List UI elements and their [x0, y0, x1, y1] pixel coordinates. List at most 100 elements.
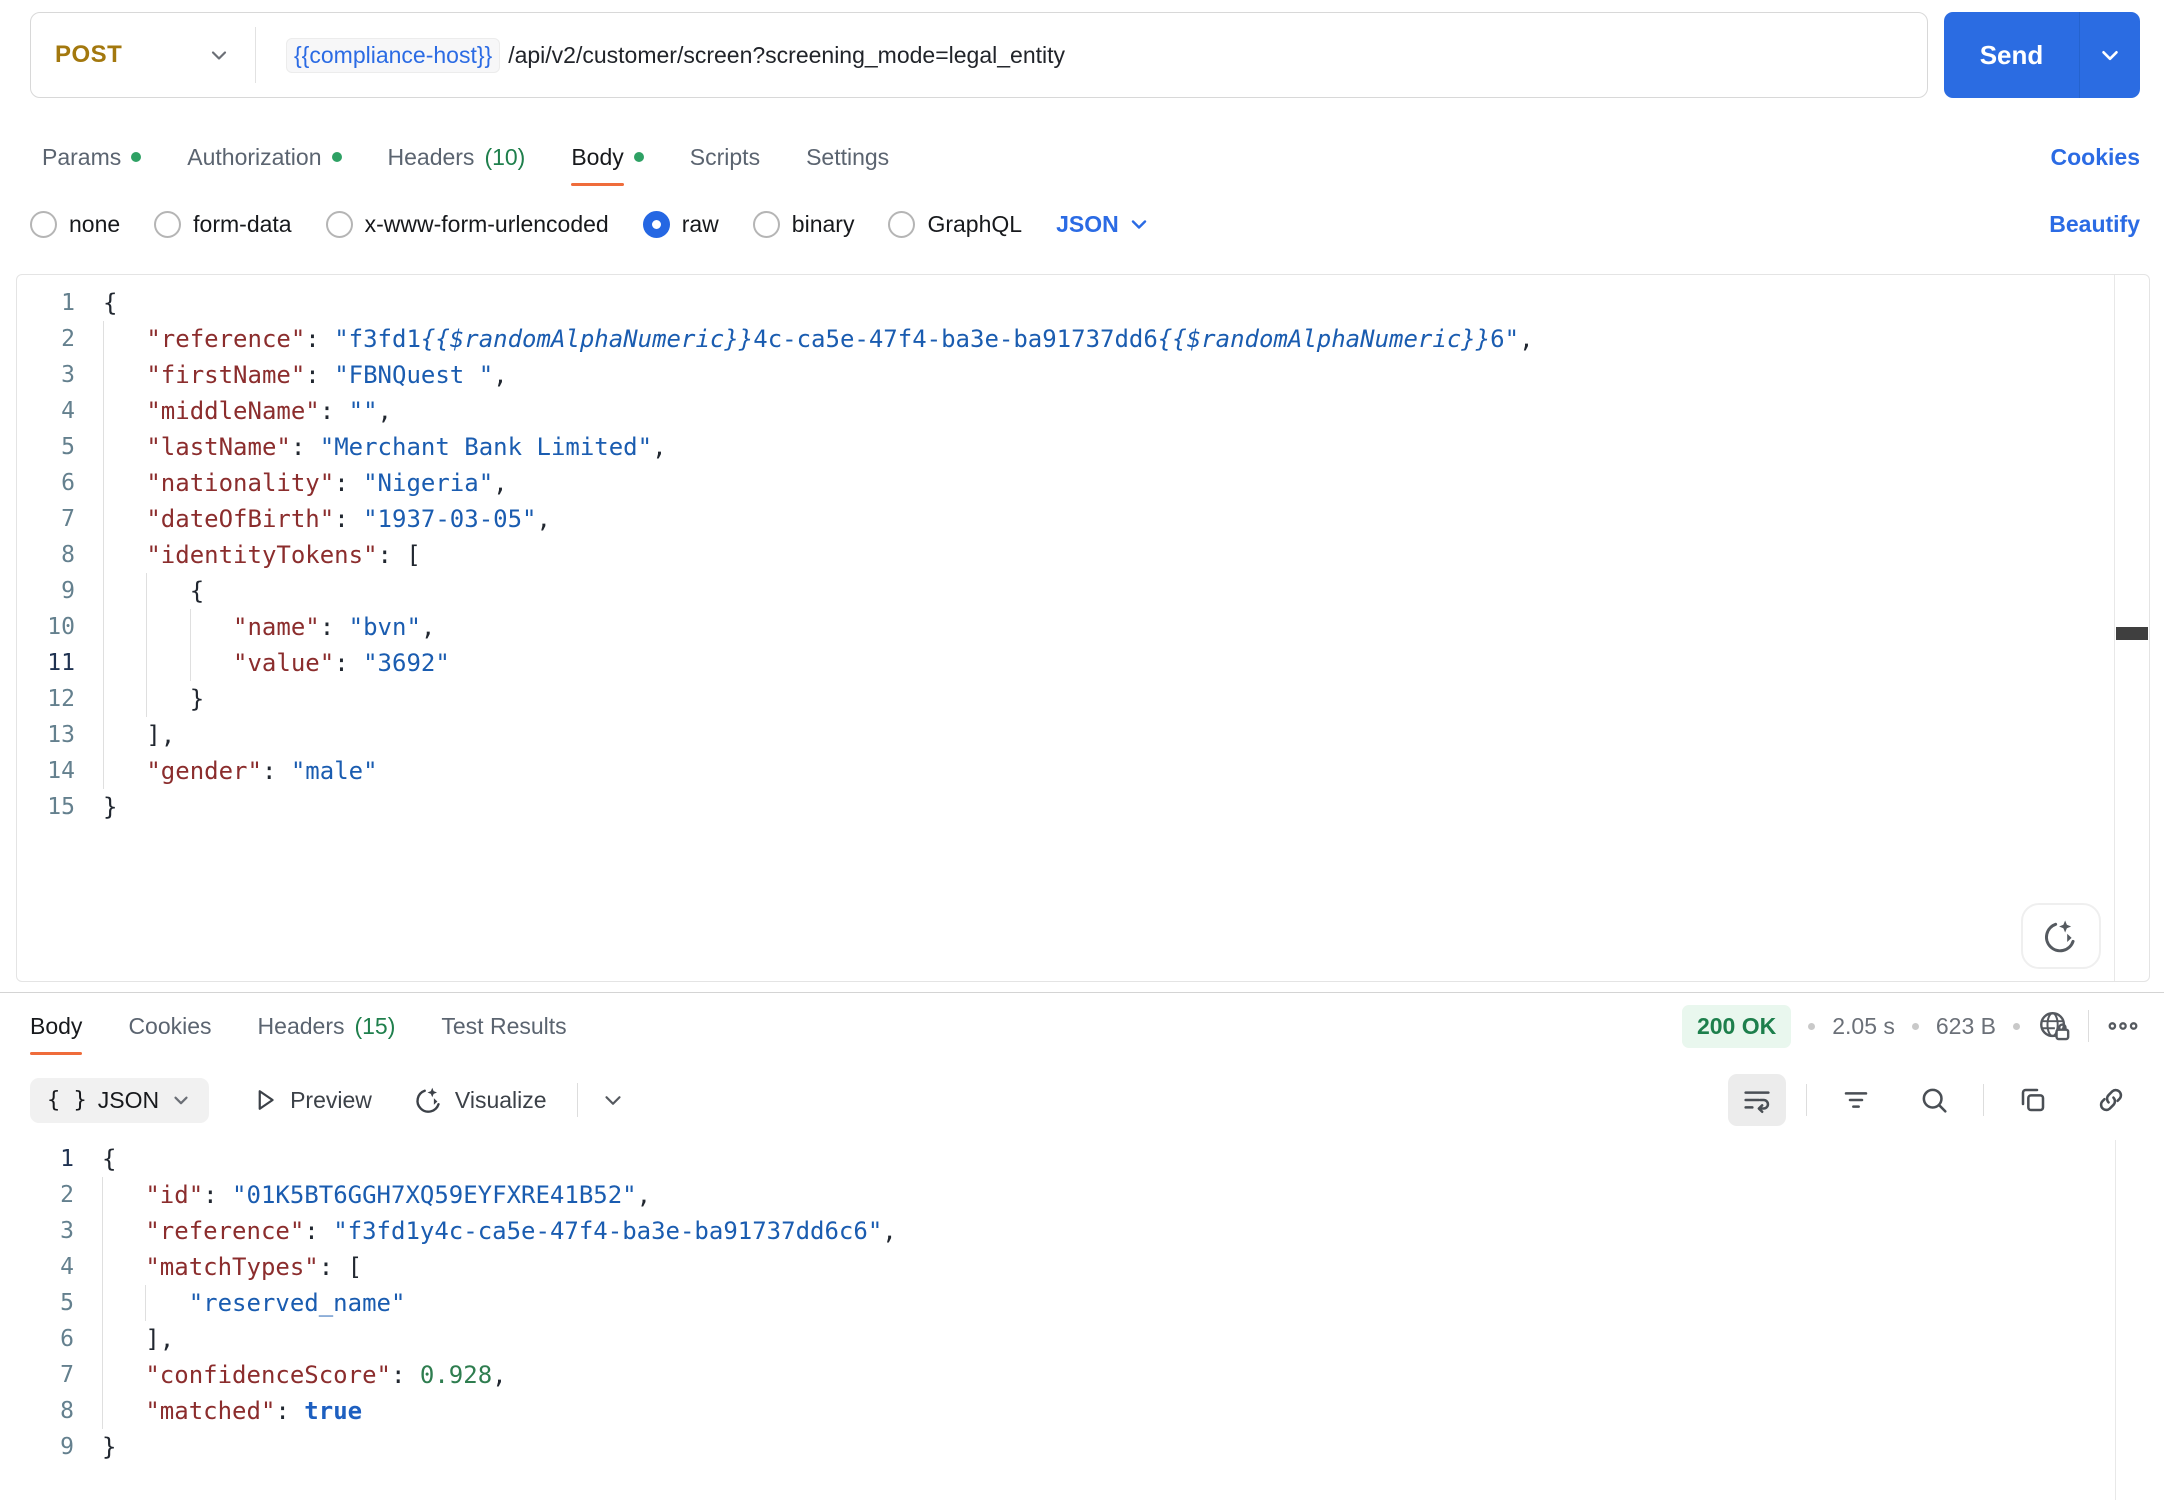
line-number: 14: [47, 758, 75, 784]
bodytype-urlencoded-radio[interactable]: x-www-form-urlencoded: [325, 210, 609, 238]
visualize-options-chevron-icon[interactable]: [600, 1087, 626, 1113]
status-badge[interactable]: 200 OK: [1681, 1004, 1792, 1048]
line-number: 7: [61, 506, 75, 532]
code-line: 4 "matchTypes": [: [16, 1249, 2164, 1285]
response-tab-test-results[interactable]: Test Results: [441, 1013, 566, 1040]
line-number: 3: [61, 362, 75, 388]
copy-icon[interactable]: [2004, 1074, 2062, 1126]
url-input[interactable]: {{compliance-host}} /api/v2/customer/scr…: [256, 13, 1927, 97]
code-line: 6 "nationality": "Nigeria",: [17, 465, 2149, 501]
indent-guide: [102, 1393, 145, 1429]
send-button[interactable]: Send: [1944, 12, 2140, 98]
request-body-editor[interactable]: 1{2 "reference": "f3fd1 {{$randomAlphaNume…: [16, 274, 2150, 982]
indent-guide: [102, 1321, 145, 1357]
code-line: 3 "reference": "f3fd1y4c-ca5e-47f4-ba3e-b…: [16, 1213, 2164, 1249]
radio-icon[interactable]: [888, 210, 916, 238]
radio-icon[interactable]: [752, 210, 780, 238]
env-variable-chip[interactable]: {{compliance-host}}: [286, 37, 501, 73]
response-tab-test-results-label: Test Results: [441, 1012, 567, 1039]
response-time[interactable]: 2.05 s: [1832, 1013, 1895, 1040]
code-line: 12}: [17, 681, 2149, 717]
postbot-button[interactable]: [2021, 903, 2101, 969]
indent-guide: [103, 573, 146, 609]
line-number: 6: [60, 1326, 74, 1352]
word-wrap-button[interactable]: [1728, 1074, 1786, 1126]
body-modified-dot: [633, 152, 644, 162]
authorization-modified-dot: [331, 152, 342, 162]
beautify-link[interactable]: Beautify: [2049, 211, 2140, 238]
bodytype-binary-radio[interactable]: binary: [752, 210, 854, 238]
tab-scripts[interactable]: Scripts: [690, 144, 760, 171]
indent-guide: [189, 645, 233, 681]
send-options-chevron-icon[interactable]: [2080, 42, 2140, 68]
tab-authorization[interactable]: Authorization: [187, 143, 342, 171]
request-url-bar: POST {{compliance-host}} /api/v2/custome…: [30, 12, 1928, 98]
preview-button[interactable]: Preview: [251, 1086, 372, 1114]
request-body-code[interactable]: 1{2 "reference": "f3fd1 {{$randomAlphaNume…: [17, 285, 2149, 825]
editor-scrollbar-mark[interactable]: [2116, 627, 2148, 640]
response-pane: Body Cookies Headers (15) Test Results 2…: [0, 993, 2164, 1127]
response-tab-cookies[interactable]: Cookies: [128, 1013, 211, 1040]
tab-headers-label: Headers: [387, 143, 475, 170]
url-path-text: /api/v2/customer/screen?screening_mode=l…: [508, 41, 1065, 68]
tab-authorization-label: Authorization: [187, 143, 322, 170]
indent-guide: [146, 645, 189, 681]
radio-icon[interactable]: [154, 210, 182, 238]
response-tab-headers[interactable]: Headers (15): [258, 1013, 396, 1040]
raw-language-label: JSON: [1056, 210, 1119, 237]
indent-guide: [146, 573, 189, 609]
code-line: 4 "middleName": "",: [17, 393, 2149, 429]
editor-scrollbar[interactable]: [2114, 275, 2149, 981]
tab-settings[interactable]: Settings: [806, 144, 889, 171]
indent-guide: [102, 1177, 145, 1213]
radio-icon[interactable]: [30, 210, 57, 238]
response-format-selector[interactable]: { } JSON: [30, 1077, 210, 1123]
more-options-ellipsis-icon[interactable]: [2106, 1009, 2140, 1043]
line-number: 5: [61, 434, 75, 460]
tab-body[interactable]: Body: [571, 143, 644, 186]
toolbar-divider: [576, 1083, 578, 1117]
indent-guide: [103, 321, 146, 357]
response-size[interactable]: 623 B: [1936, 1013, 1996, 1040]
radio-icon[interactable]: [325, 210, 353, 238]
request-url-row: POST {{compliance-host}} /api/v2/custome…: [0, 0, 2164, 98]
cookies-link[interactable]: Cookies: [2051, 144, 2140, 171]
tab-body-label: Body: [571, 143, 625, 186]
indent-guide: [103, 717, 146, 753]
code-line: 6],: [16, 1321, 2164, 1357]
bodytype-none-radio[interactable]: none: [30, 210, 120, 238]
response-tab-body[interactable]: Body: [30, 1013, 83, 1055]
bodytype-form-data-radio[interactable]: form-data: [154, 210, 292, 238]
language-chevron-down-icon: [1127, 212, 1151, 236]
line-number: 2: [60, 1182, 74, 1208]
method-label: POST: [55, 41, 123, 68]
line-number: 8: [61, 542, 75, 568]
indent-guide: [146, 681, 189, 717]
response-scrollbar-track[interactable]: [2115, 1140, 2116, 1500]
bodytype-raw-radio[interactable]: raw: [642, 210, 719, 238]
visualize-button[interactable]: Visualize: [414, 1085, 547, 1115]
line-number: 13: [47, 722, 75, 748]
code-line: 8 "matched": true: [16, 1393, 2164, 1429]
line-number: 11: [47, 650, 75, 676]
link-icon[interactable]: [2082, 1074, 2140, 1126]
indent-guide: [146, 609, 189, 645]
tab-headers[interactable]: Headers (10): [388, 144, 526, 171]
method-selector[interactable]: POST: [31, 13, 255, 97]
code-line: 15}: [17, 789, 2149, 825]
postbot-sparkle-icon: [2042, 917, 2080, 955]
visualize-label: Visualize: [454, 1086, 547, 1113]
filter-icon[interactable]: [1827, 1074, 1885, 1126]
line-number: 12: [47, 686, 75, 712]
params-modified-dot: [131, 152, 142, 162]
indent-guide: [103, 357, 146, 393]
raw-language-selector[interactable]: JSON: [1056, 211, 1151, 238]
code-line: 1{: [17, 285, 2149, 321]
tab-params[interactable]: Params: [42, 144, 142, 171]
network-security-globe-lock-icon[interactable]: [2037, 1009, 2071, 1043]
search-icon[interactable]: [1905, 1074, 1963, 1126]
indent-guide: [103, 501, 146, 537]
response-toolbar-right: [1728, 1074, 2140, 1126]
radio-checked-icon[interactable]: [642, 210, 670, 238]
bodytype-graphql-radio[interactable]: GraphQL: [888, 210, 1022, 238]
